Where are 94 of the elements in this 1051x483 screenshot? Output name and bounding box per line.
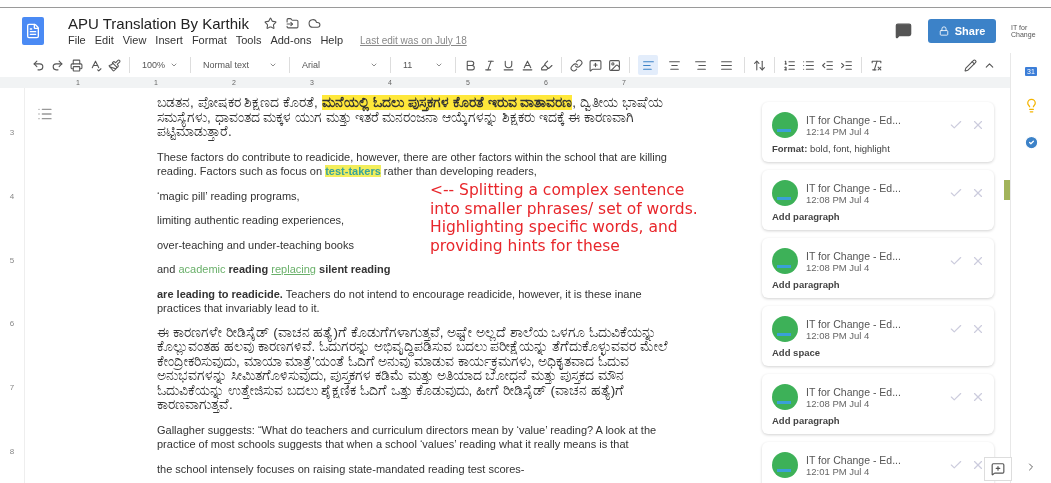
ruler-number: 8 bbox=[8, 445, 16, 458]
link-icon[interactable] bbox=[570, 58, 583, 72]
line-spacing-icon[interactable] bbox=[753, 58, 766, 72]
comment-author: IT for Change - Ed... bbox=[806, 453, 902, 466]
caret-icon bbox=[269, 61, 277, 69]
ruler-number: 7 bbox=[8, 382, 16, 394]
redo-icon[interactable] bbox=[51, 58, 64, 72]
paragraph: over-teaching and under-teaching books bbox=[157, 237, 354, 252]
paragraph: ಬಡತನ, ಪೋಷಕರ ಶಿಕ್ಷಣದ ಕೊರತೆ, ಮನೆಯಲ್ಲಿ ಓದಲು ಪುಸ್ತಕಗಳ ಕೊರತೆ ಇರುವ ವಾತಾವರಣ, ದ್ವಿತೀಯ ಭಾಷೆಯ ಸಮಸ್ಯೆಗಳು, ಧಾವಂತದ ಮಕ್ಕಳ ಯುಗ ಮತ್ತು ಇತರೆ ಮನರಂಜನಾ ಆಯ್ಕೆಗಳನ್ನು ಶಿಕ್ಷಕರು ಇದಕ್ಕೆ ಈ ಕಾರಣವಾಗಿ ಪಟ್ಟಿಮಾಡುತ್ತಾರೆ. bbox=[157, 96, 664, 140]
cloud-icon[interactable] bbox=[307, 17, 321, 30]
zoom-dropdown[interactable]: 100% bbox=[138, 60, 182, 70]
paragraph: ಈ ಕಾರಣಗಳೇ ರೀಡಿಸೈಡ್ (ವಾಚನ ಹತ್ಯೆ)ಗೆ ಕೊಡುಗೆಗಳಾಗುತ್ತವೆ, ಅಷ್ಟೇ ಅಲ್ಲದೆ ಶಾಲೆಯ ಒಳಗೂ ಓದುವಿಕೆಯನ್ನು ಕೊಲ್ಲುವಂತಹ ಹಲವು ಕಾರಣಗಳಿವೆ. ಓದುಗರನ್ನು ಅಭಿವೃದ್ಧಿಪಡಿಸುವ ಬದಲು ಪರೀಕ್ಷೆಯನ್ನು ತೆಗೆದುಕೊಳ್ಳುವವರ ಮೇಲೆ ಕೇಂದ್ರೀಕರಿಸುವುದು, ಮಾಯಾ ಮಾತ್ರೆ'ಯಂತೆ ಓದಿಗೆ ಅನುವು ಮಾಡುವ ಕಾರ್ಯಕ್ರಮಗಳು, ಅಧಿಕೃತವಾದ ಓದುವ ಅನುಭವಗಳನ್ನು ಸೀಮಿತಗೊಳಿಸುವುದು, ಪುಸ್ತಕಗಳ ಕಡಿಮೆ ಮತ್ತು ಅತಿಯಾದ ಬೋಧನೆ ಮತ್ತು ಪುಸ್ತಕದ ಮೌನ ಓದುವಿಕೆಯನ್ನು ಉತ್ತೇಜಿಸುವ ಬದಲು ಶೈಕ್ಷಣಿಕ ಓದಿಗೆ ಒತ್ತು ಕೊಡುವುದು, ಹೀಗೆ ರೀಡಿಸೈಡ್ (ವಾಚನ ಹತ್ಯೆ)ಗೆ ಕಾರಣವಾಗುತ್ತವೆ. bbox=[157, 325, 669, 413]
avatar-icon bbox=[772, 248, 798, 274]
menu-item[interactable]: Insert bbox=[155, 34, 183, 46]
comment-time: 12:08 PM Jul 4 bbox=[806, 329, 871, 341]
menu-item[interactable]: Format bbox=[191, 34, 227, 46]
ruler-number: 6 bbox=[8, 318, 16, 331]
scrollbar-thumb[interactable] bbox=[1004, 180, 1010, 200]
paragraph: These factors do contribute to readicide, however, there are other factors within the school that are killing reading. Factors such as focus on test-takers rather than developing readers, bbox=[157, 149, 668, 179]
ruler-number: 5 bbox=[8, 254, 16, 267]
pencil-icon[interactable] bbox=[964, 58, 977, 72]
font-size-dropdown[interactable]: 11 bbox=[399, 60, 447, 70]
underline-icon[interactable] bbox=[502, 58, 515, 72]
comment-author: IT for Change - Ed... bbox=[806, 317, 902, 330]
star-icon[interactable] bbox=[263, 17, 277, 30]
avatar-icon bbox=[772, 452, 798, 478]
print-icon[interactable] bbox=[70, 58, 83, 72]
folder-icon[interactable] bbox=[285, 17, 299, 30]
comment-text: Add paragraph bbox=[772, 211, 841, 222]
spellcheck-icon[interactable] bbox=[89, 58, 102, 72]
comment-time: 12:08 PM Jul 4 bbox=[806, 261, 871, 273]
paragraph: are leading to readicide. Teachers do not intend to encourage readicide, however, it is these inane practices that invariably lead to it. bbox=[157, 286, 643, 316]
numbered-list-icon[interactable] bbox=[783, 58, 796, 72]
paragraph: and academic reading replacing silent reading bbox=[157, 262, 391, 277]
document-title[interactable]: APU Translation By Karthik bbox=[68, 15, 249, 32]
menu-item[interactable]: File bbox=[68, 34, 86, 46]
caret-icon bbox=[435, 61, 443, 69]
paragraph: limiting authentic reading experiences, bbox=[157, 213, 345, 228]
text-color-icon[interactable] bbox=[521, 58, 534, 72]
image-icon[interactable] bbox=[608, 58, 621, 72]
clear-formatting-icon[interactable] bbox=[870, 58, 883, 72]
increase-indent-icon[interactable] bbox=[840, 58, 853, 72]
comment-time: 12:08 PM Jul 4 bbox=[806, 193, 871, 205]
annotation-note: <-- Splitting a complex sentence into smaller phrases/ set of words. Highlighting specific words, and providing hints for these bbox=[430, 181, 699, 255]
paragraph: ‘magic pill’ reading programs, bbox=[157, 188, 300, 203]
bold-icon[interactable] bbox=[464, 58, 477, 72]
caret-icon bbox=[370, 61, 378, 69]
comment-time: 12:01 PM Jul 4 bbox=[806, 465, 871, 477]
comment-author: IT for Change - Ed... bbox=[806, 385, 902, 398]
menu-item[interactable]: View bbox=[122, 34, 147, 46]
align-center-icon bbox=[667, 58, 681, 72]
caret-icon bbox=[170, 61, 178, 69]
menu-item[interactable]: Add-ons bbox=[270, 34, 312, 46]
decrease-indent-icon[interactable] bbox=[821, 58, 834, 72]
avatar-icon bbox=[772, 384, 798, 410]
comment-author: IT for Change - Ed... bbox=[806, 249, 902, 262]
comment-author: IT for Change - Ed... bbox=[806, 181, 902, 194]
align-justify-icon bbox=[719, 58, 733, 72]
align-left-icon bbox=[641, 58, 655, 72]
outline-icon[interactable] bbox=[37, 106, 53, 122]
ruler-number: 3 bbox=[8, 127, 16, 140]
paragraph: Gallagher suggests: “What do teachers and curriculum directors mean by ‘value’ reading? A look at the practice of most schools suggests that when a school ‘values’ reading what it really means is that bbox=[157, 422, 658, 452]
avatar-icon bbox=[772, 112, 798, 138]
avatar-icon bbox=[772, 180, 798, 206]
align-right-icon bbox=[693, 58, 707, 72]
lock-icon bbox=[938, 25, 949, 36]
add-comment-icon bbox=[991, 462, 1005, 476]
highlighter-icon[interactable] bbox=[540, 58, 553, 72]
last-edit-link[interactable]: Last edit was on July 18 bbox=[360, 34, 467, 46]
comment-text: Add paragraph bbox=[772, 279, 841, 290]
bulleted-list-icon[interactable] bbox=[802, 58, 815, 72]
share-button[interactable]: Share bbox=[928, 18, 996, 43]
menu-item[interactable]: Edit bbox=[94, 34, 114, 46]
comment-text: Add paragraph bbox=[772, 415, 841, 426]
italic-icon[interactable] bbox=[483, 58, 496, 72]
paragraph: the school intensely focuses on raising state-mandated reading test scores- bbox=[157, 461, 525, 476]
comment-author: IT for Change - Ed... bbox=[806, 113, 902, 126]
menu-item[interactable]: Help bbox=[320, 34, 343, 46]
add-comment-button[interactable] bbox=[984, 457, 1012, 481]
font-dropdown[interactable]: Arial bbox=[298, 60, 382, 70]
ruler-number: 4 bbox=[8, 191, 16, 203]
add-comment-icon[interactable] bbox=[589, 58, 602, 72]
comment-text: Format: bold, font, highlight bbox=[772, 143, 891, 154]
avatar-icon bbox=[772, 316, 798, 342]
docs-logo-icon[interactable] bbox=[22, 16, 44, 45]
comment-icon[interactable] bbox=[895, 22, 912, 39]
comment-time: 12:14 PM Jul 4 bbox=[806, 125, 871, 137]
tasks-icon[interactable] bbox=[1023, 135, 1039, 150]
comment-text: Add space bbox=[772, 347, 822, 358]
undo-icon[interactable] bbox=[32, 58, 45, 72]
comment-time: 12:08 PM Jul 4 bbox=[806, 397, 871, 409]
menu-item[interactable]: Tools bbox=[235, 34, 262, 46]
paint-format-icon[interactable] bbox=[108, 58, 121, 72]
style-dropdown[interactable]: Normal text bbox=[199, 60, 281, 70]
